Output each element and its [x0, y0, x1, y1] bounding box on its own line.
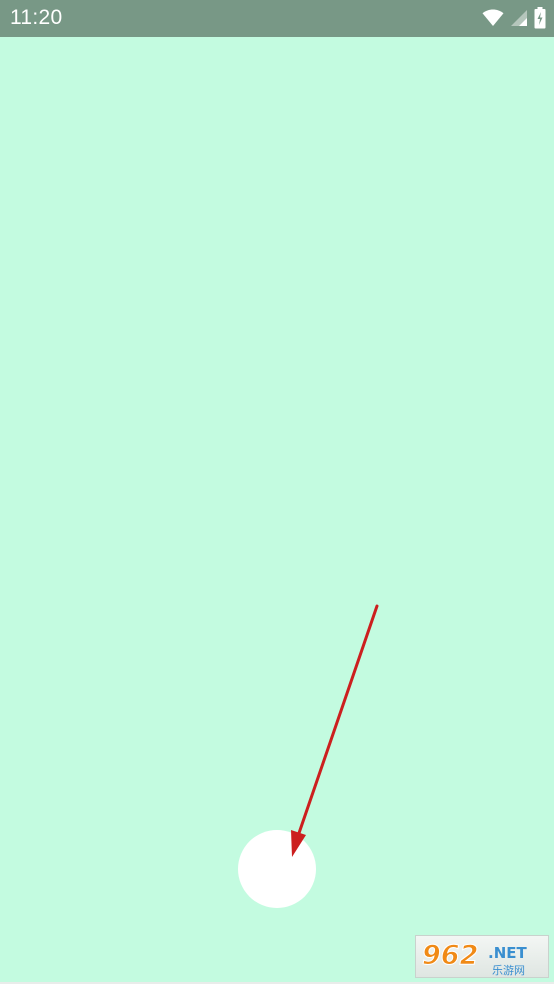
cell-signal-icon — [510, 9, 528, 27]
watermark-brand: 962 — [422, 940, 478, 971]
battery-charging-icon — [534, 7, 546, 29]
watermark-tagline: 乐游网 — [492, 964, 525, 977]
status-time: 11:20 — [10, 6, 63, 29]
wifi-icon — [482, 9, 504, 27]
status-icons — [482, 6, 546, 30]
watermark-suffix: .NET — [488, 944, 527, 962]
watermark-logo: 962 .NET 乐游网 — [415, 935, 549, 978]
status-bar: 11:20 — [0, 0, 554, 37]
tap-indicator-circle[interactable] — [238, 830, 316, 908]
app-screen: 11:20 962 .NET 乐游网 — [0, 0, 554, 984]
